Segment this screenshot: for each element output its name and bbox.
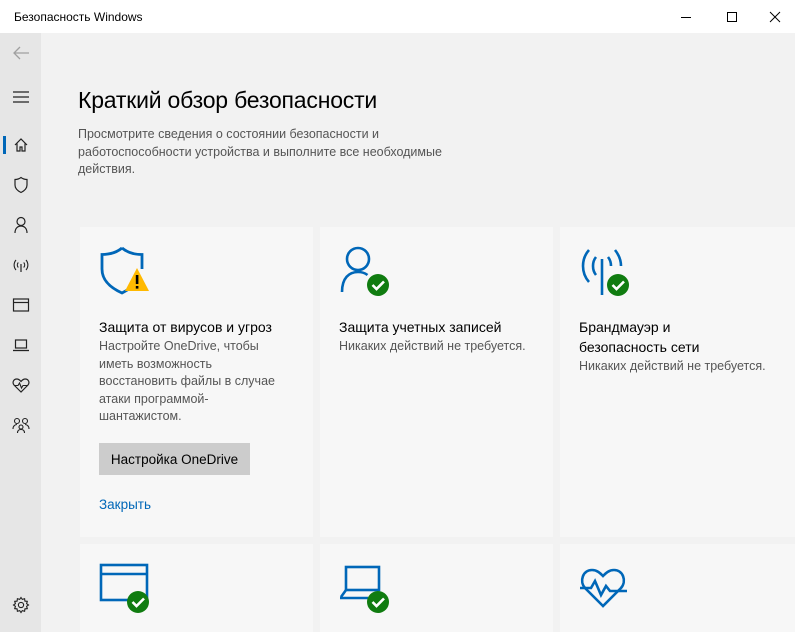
sidebar-item-virus-protection[interactable] — [0, 165, 41, 205]
device-health-icon — [580, 568, 627, 608]
card-title: Защита от вирусов и угроз — [99, 319, 272, 335]
person-icon — [13, 216, 28, 234]
maximize-button[interactable] — [709, 0, 755, 33]
card-virus-protection[interactable]: Защита от вирусов и угроз Настройте OneD… — [80, 227, 313, 537]
minimize-icon — [681, 16, 691, 18]
gear-icon — [12, 596, 29, 614]
laptop-icon — [12, 339, 29, 352]
title-bar: Безопасность Windows — [0, 0, 795, 33]
app-browser-control-ok-icon — [99, 563, 149, 613]
close-button[interactable] — [755, 0, 795, 33]
hamburger-menu-icon — [12, 91, 29, 103]
sidebar-item-account-protection[interactable] — [0, 205, 41, 245]
card-title: Брандмауэр и безопасность сети — [579, 319, 700, 355]
card-account-protection[interactable]: Защита учетных записей Никаких действий … — [320, 227, 553, 537]
device-security-ok-icon — [339, 565, 389, 613]
card-device-security[interactable] — [320, 544, 553, 632]
card-firewall[interactable]: Брандмауэр и безопасность сети Никаких д… — [560, 227, 795, 537]
hamburger-menu-button[interactable] — [0, 77, 41, 117]
sidebar-item-firewall[interactable] — [0, 245, 41, 285]
sidebar-item-settings[interactable] — [0, 585, 41, 625]
close-icon — [769, 11, 781, 22]
home-icon — [14, 138, 27, 152]
sidebar — [0, 33, 41, 632]
card-text: Никаких действий не требуется. — [579, 359, 766, 373]
close-link[interactable]: Закрыть — [99, 497, 151, 512]
page-description: Просмотрите сведения о состоянии безопас… — [78, 127, 442, 176]
virus-shield-warning-icon — [100, 246, 149, 295]
app-browser-window-icon — [12, 298, 29, 312]
shield-icon — [13, 176, 28, 194]
sidebar-item-app-browser-control[interactable] — [0, 285, 41, 325]
setup-onedrive-button[interactable]: Настройка OneDrive — [99, 443, 250, 475]
sidebar-item-family-options[interactable] — [0, 405, 41, 445]
family-icon — [11, 417, 30, 434]
firewall-ok-icon — [581, 249, 629, 296]
page-title: Краткий обзор безопасности — [78, 87, 378, 113]
back-button[interactable] — [0, 33, 41, 73]
account-protection-ok-icon — [340, 246, 389, 296]
minimize-button[interactable] — [663, 0, 709, 33]
sidebar-item-home[interactable] — [0, 125, 41, 165]
sidebar-item-device-health[interactable] — [0, 365, 41, 405]
main-content: Краткий обзор безопасности Просмотрите с… — [41, 33, 795, 632]
card-device-health[interactable] — [560, 544, 795, 632]
card-text: Никаких действий не требуется. — [339, 339, 526, 353]
heart-pulse-icon — [12, 378, 29, 393]
sidebar-item-device-security[interactable] — [0, 325, 41, 365]
card-title: Защита учетных записей — [339, 319, 502, 335]
card-app-browser-control[interactable] — [80, 544, 313, 632]
back-arrow-icon — [12, 46, 29, 60]
card-text: Настройте OneDrive, чтобы иметь возможно… — [99, 339, 275, 423]
maximize-icon — [727, 11, 737, 22]
wireless-antenna-icon — [13, 259, 28, 272]
window-title: Безопасность Windows — [14, 10, 143, 24]
